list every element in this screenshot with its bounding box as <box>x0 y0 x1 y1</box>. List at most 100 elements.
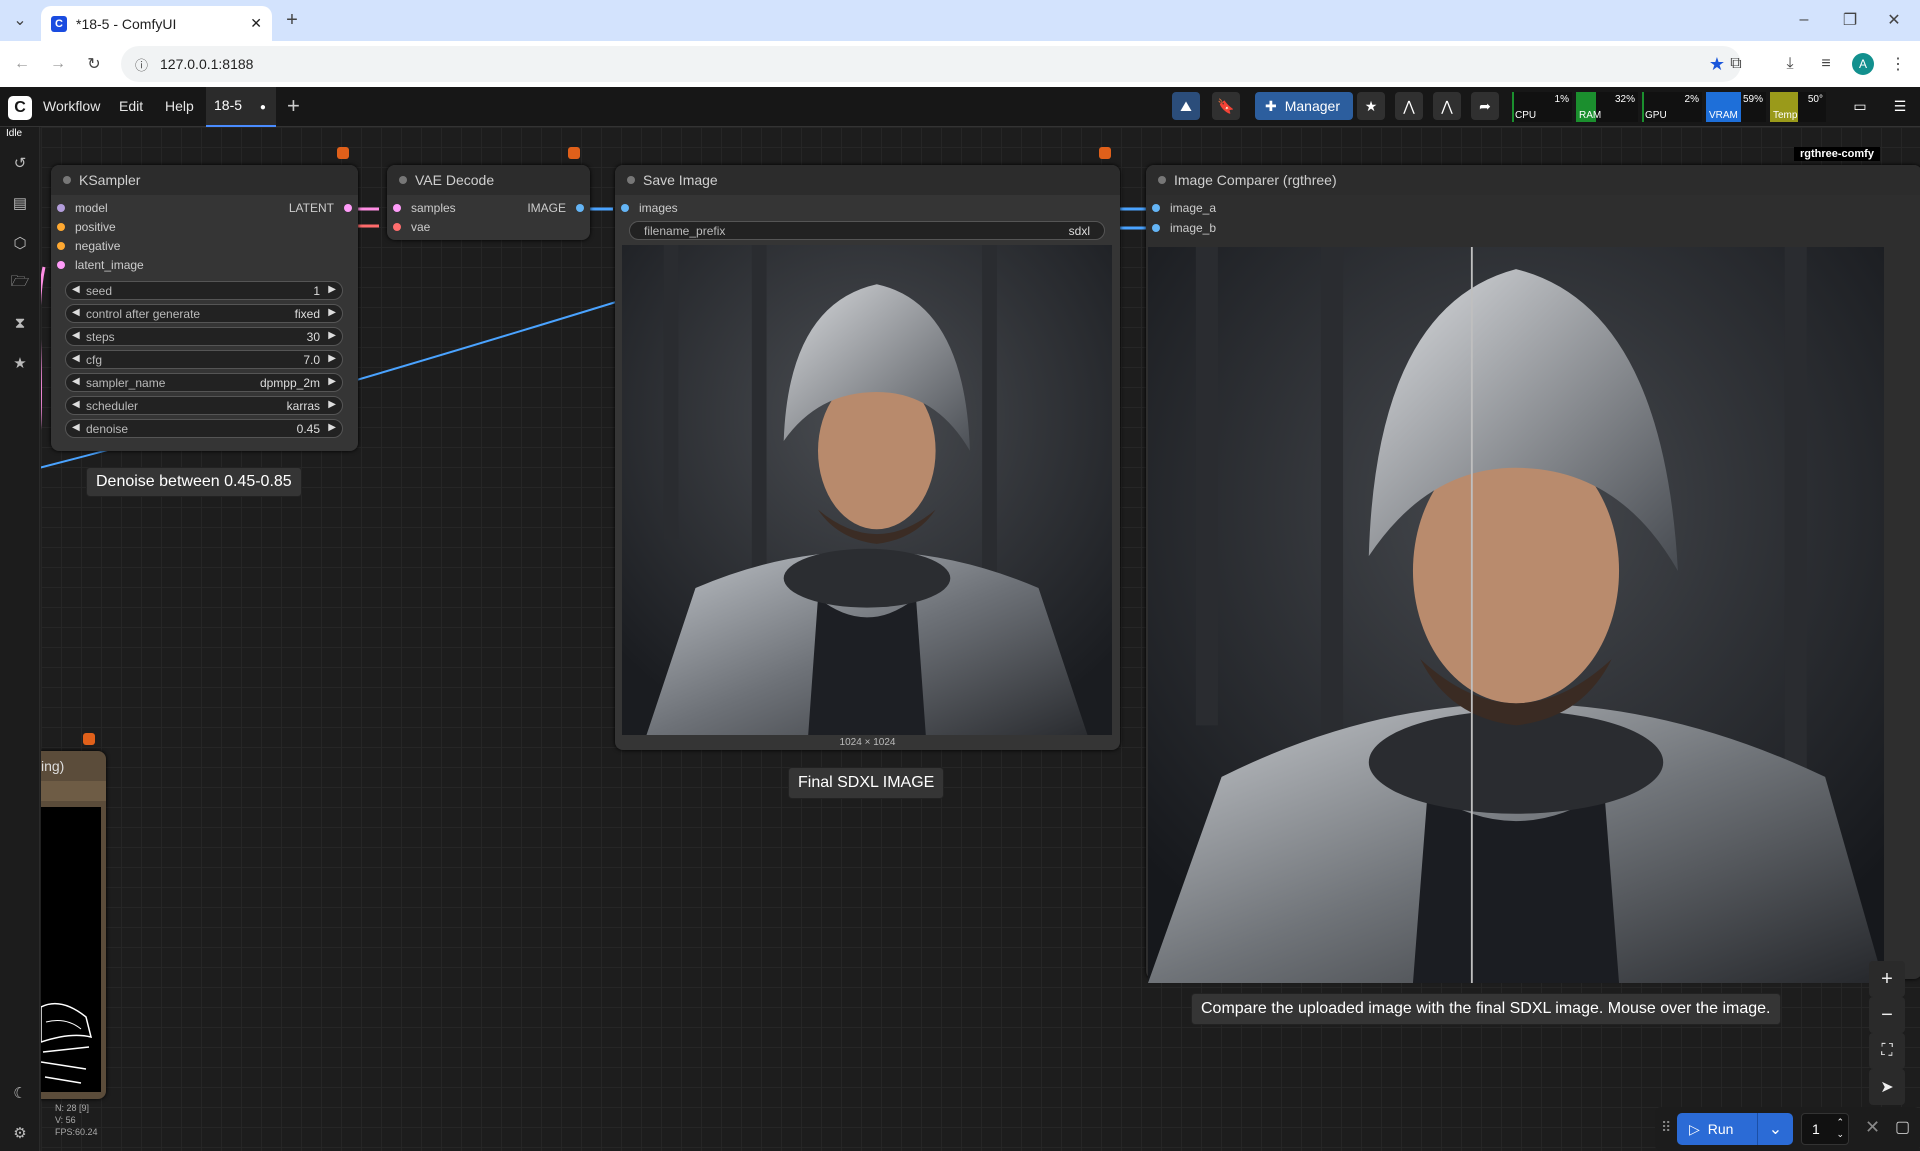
extensions-icon[interactable]: ⧉ <box>1722 50 1750 78</box>
restore-icon[interactable]: ❐ <box>1836 6 1864 34</box>
manager-button[interactable]: ✚ Manager <box>1255 92 1353 120</box>
denoise-note[interactable]: Denoise between 0.45-0.85 <box>86 467 302 497</box>
output-latent[interactable]: LATENT <box>289 201 352 215</box>
stepper-icon[interactable]: ⌃ ⌄ <box>1836 1116 1844 1140</box>
browser-tab-strip: ⌄ C *18-5 - ComfyUI ✕ + – ❐ ✕ <box>0 0 1920 41</box>
input-latent-image[interactable]: latent_image <box>57 258 144 272</box>
comfy-logo-icon[interactable]: C <box>8 96 32 120</box>
control-after-generate-widget[interactable]: ◀ control after generate fixed ▶ <box>65 304 343 323</box>
run-options-dropdown[interactable]: ⌄ <box>1757 1113 1793 1145</box>
batch-count-input[interactable]: 1 ⌃ ⌄ <box>1801 1113 1849 1145</box>
knight-portrait <box>622 245 1112 735</box>
denoise-widget[interactable]: ◀ denoise 0.45 ▶ <box>65 419 343 438</box>
fit-view-icon[interactable]: ⛶ <box>1869 1033 1905 1069</box>
image-comparer-title[interactable]: Image Comparer (rgthree) <box>1146 165 1920 195</box>
star-icon[interactable]: ★ <box>1357 92 1385 120</box>
queue-icon[interactable]: ▤ <box>10 193 30 213</box>
zoom-out-icon[interactable]: − <box>1869 997 1905 1033</box>
graph-canvas[interactable]: KSampler model positive negative latent_… <box>41 127 1920 1151</box>
sketch-image[interactable] <box>41 807 101 1092</box>
vae-decode-node[interactable]: VAE Decode samples vae IMAGE <box>387 165 590 240</box>
lineart-preview <box>41 1002 93 1084</box>
run-button[interactable]: ▷ Run <box>1677 1113 1757 1145</box>
workflow-tab[interactable]: 18-5 ● <box>206 87 276 127</box>
scheduler-widget[interactable]: ◀ scheduler karras ▶ <box>65 396 343 415</box>
workflow-tab-label: 18-5 <box>214 97 243 113</box>
address-bar[interactable]: ⓘ 127.0.0.1:8188 ★ <box>121 46 1741 82</box>
model-library-icon[interactable]: ⬡ <box>10 233 30 253</box>
sampler-name-widget[interactable]: ◀ sampler_name dpmpp_2m ▶ <box>65 373 343 392</box>
forward-icon[interactable]: → <box>44 50 72 78</box>
input-image-a[interactable]: image_a <box>1152 201 1216 215</box>
new-workflow-icon[interactable]: + <box>287 93 300 119</box>
partial-node[interactable]: ing) <box>41 751 106 1099</box>
profile-avatar[interactable]: A <box>1852 53 1874 75</box>
image-size-label: 1024 × 1024 <box>839 737 896 748</box>
shape-b-icon[interactable]: ⋀ <box>1433 92 1461 120</box>
bookmark-icon[interactable]: 🔖 <box>1212 92 1240 120</box>
sidebar: Idle ↺ ▤ ⬡ 🗁 ⧗ ★ ☾ ⚙ <box>0 127 40 1151</box>
share-icon[interactable]: ➦ <box>1471 92 1499 120</box>
seed-widget[interactable]: ◀ seed 1 ▶ <box>65 281 343 300</box>
input-positive[interactable]: positive <box>57 220 116 234</box>
final-image-note[interactable]: Final SDXL IMAGE <box>788 767 945 799</box>
temp-meter: 50° Temp <box>1770 92 1826 122</box>
image-comparer-node[interactable]: Image Comparer (rgthree) image_a image_b <box>1146 165 1920 983</box>
steps-widget[interactable]: ◀ steps 30 ▶ <box>65 327 343 346</box>
node-library-icon[interactable]: ⧗ <box>10 313 30 333</box>
site-info-icon[interactable]: ⓘ <box>135 55 148 74</box>
settings-icon[interactable]: ⚙ <box>10 1123 30 1143</box>
menu-workflow[interactable]: Workflow <box>43 98 100 114</box>
compare-note[interactable]: Compare the uploaded image with the fina… <box>1191 993 1781 1025</box>
input-model[interactable]: model <box>57 201 108 215</box>
vae-decode-title[interactable]: VAE Decode <box>387 165 590 195</box>
menu-help[interactable]: Help <box>165 98 194 114</box>
partial-node-title[interactable]: ing) <box>41 758 64 774</box>
input-samples[interactable]: samples <box>393 201 456 215</box>
tab-search-icon[interactable]: ⌄ <box>6 6 34 34</box>
vram-meter: 59% VRAM <box>1706 92 1766 122</box>
back-icon[interactable]: ← <box>8 50 36 78</box>
drag-handle-icon[interactable]: ⠿ <box>1661 1119 1671 1136</box>
ksampler-node[interactable]: KSampler model positive negative latent_… <box>51 165 358 451</box>
new-tab-icon[interactable]: + <box>278 6 306 34</box>
input-image-b[interactable]: image_b <box>1152 221 1216 235</box>
cfg-widget[interactable]: ◀ cfg 7.0 ▶ <box>65 350 343 369</box>
downloads-icon[interactable]: ⤓ <box>1776 50 1804 78</box>
node-badge-icon <box>568 147 580 159</box>
select-mode-icon[interactable]: ➤ <box>1869 1069 1905 1105</box>
cpu-value: 1% <box>1554 94 1569 105</box>
input-images[interactable]: images <box>621 201 678 215</box>
chrome-menu-icon[interactable]: ⋮ <box>1884 50 1912 78</box>
tab-close-icon[interactable]: ✕ <box>250 15 262 32</box>
queue-panel-icon[interactable]: ▢ <box>1895 1117 1910 1137</box>
theme-icon[interactable]: ☾ <box>10 1083 30 1103</box>
input-negative[interactable]: negative <box>57 239 120 253</box>
menu-edit[interactable]: Edit <box>119 98 143 114</box>
input-vae[interactable]: vae <box>393 220 430 234</box>
batch-count-value: 1 <box>1812 1121 1820 1137</box>
output-image[interactable]: IMAGE <box>527 201 584 215</box>
reload-icon[interactable]: ↻ <box>80 50 108 78</box>
save-image-node[interactable]: Save Image images filename_prefix sdxl 10… <box>615 165 1120 750</box>
hamburger-menu-icon[interactable]: ☰ <box>1886 92 1914 120</box>
comfy-hub-icon[interactable]: ⛰ <box>1172 92 1200 120</box>
rgthree-badge: rgthree-comfy <box>1794 147 1880 161</box>
media-icon[interactable]: ≡ <box>1812 50 1840 78</box>
shape-a-icon[interactable]: ⋀ <box>1395 92 1423 120</box>
close-window-icon[interactable]: ✕ <box>1880 6 1908 34</box>
save-image-title[interactable]: Save Image <box>615 165 1120 195</box>
cancel-run-icon[interactable]: ✕ <box>1865 1117 1880 1138</box>
filename-prefix-widget[interactable]: filename_prefix sdxl <box>629 221 1105 240</box>
generated-image[interactable] <box>622 245 1112 735</box>
workflows-icon[interactable]: 🗁 <box>10 273 30 293</box>
bottom-panel-icon[interactable]: ▭ <box>1846 92 1874 120</box>
ksampler-title[interactable]: KSampler <box>51 165 358 195</box>
zoom-in-icon[interactable]: + <box>1869 961 1905 997</box>
templates-icon[interactable]: ★ <box>10 353 30 373</box>
browser-tab[interactable]: C *18-5 - ComfyUI ✕ <box>41 6 272 41</box>
minimize-icon[interactable]: – <box>1790 6 1818 34</box>
comparison-image[interactable] <box>1148 247 1884 983</box>
history-icon[interactable]: ↺ <box>10 153 30 173</box>
run-panel: ⠿ ▷ Run ⌄ 1 ⌃ ⌄ ✕ ▢ <box>1655 1107 1920 1151</box>
